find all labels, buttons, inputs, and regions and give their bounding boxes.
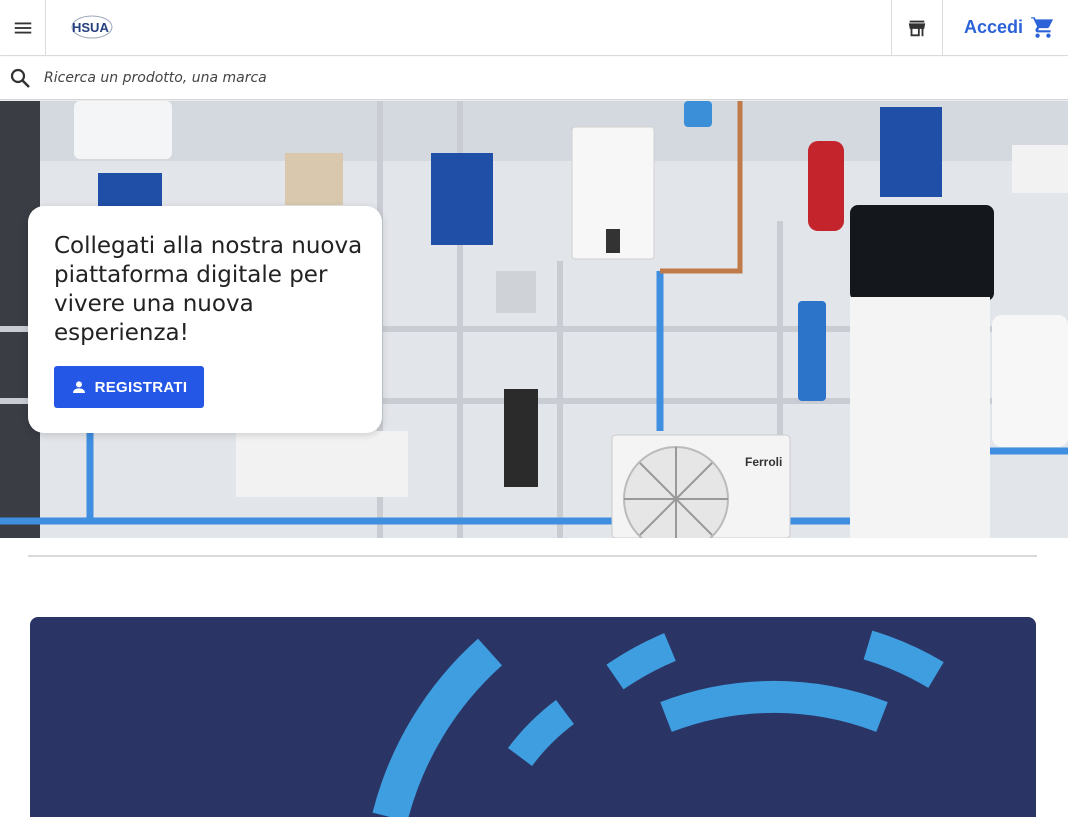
register-label: REGISTRATI bbox=[94, 378, 188, 396]
register-button[interactable]: REGISTRATI bbox=[54, 366, 204, 408]
search-icon[interactable] bbox=[8, 66, 32, 90]
person-icon bbox=[72, 381, 85, 393]
logo-text: HSUA bbox=[72, 20, 109, 35]
top-header: HSUA Accedi bbox=[0, 0, 1068, 56]
search-input[interactable] bbox=[44, 63, 944, 93]
menu-button[interactable] bbox=[0, 0, 46, 56]
menu-icon bbox=[14, 22, 31, 34]
login-link[interactable]: Accedi bbox=[964, 14, 1023, 40]
unit-brand: Ferroli bbox=[745, 455, 782, 469]
store-icon bbox=[908, 20, 926, 37]
promo-banner[interactable] bbox=[30, 617, 1036, 817]
cart-button[interactable] bbox=[1030, 14, 1056, 40]
promo-card: Collegati alla nostra nuova piattaforma … bbox=[28, 206, 382, 433]
search-bar bbox=[0, 57, 1068, 100]
section-divider bbox=[28, 555, 1037, 557]
shopping-cart-icon bbox=[1031, 16, 1054, 38]
store-button[interactable] bbox=[891, 0, 943, 56]
brand-logo[interactable]: HSUA bbox=[66, 12, 116, 42]
banner-graphic bbox=[372, 630, 944, 817]
promo-message: Collegati alla nostra nuova piattaforma … bbox=[54, 233, 363, 346]
